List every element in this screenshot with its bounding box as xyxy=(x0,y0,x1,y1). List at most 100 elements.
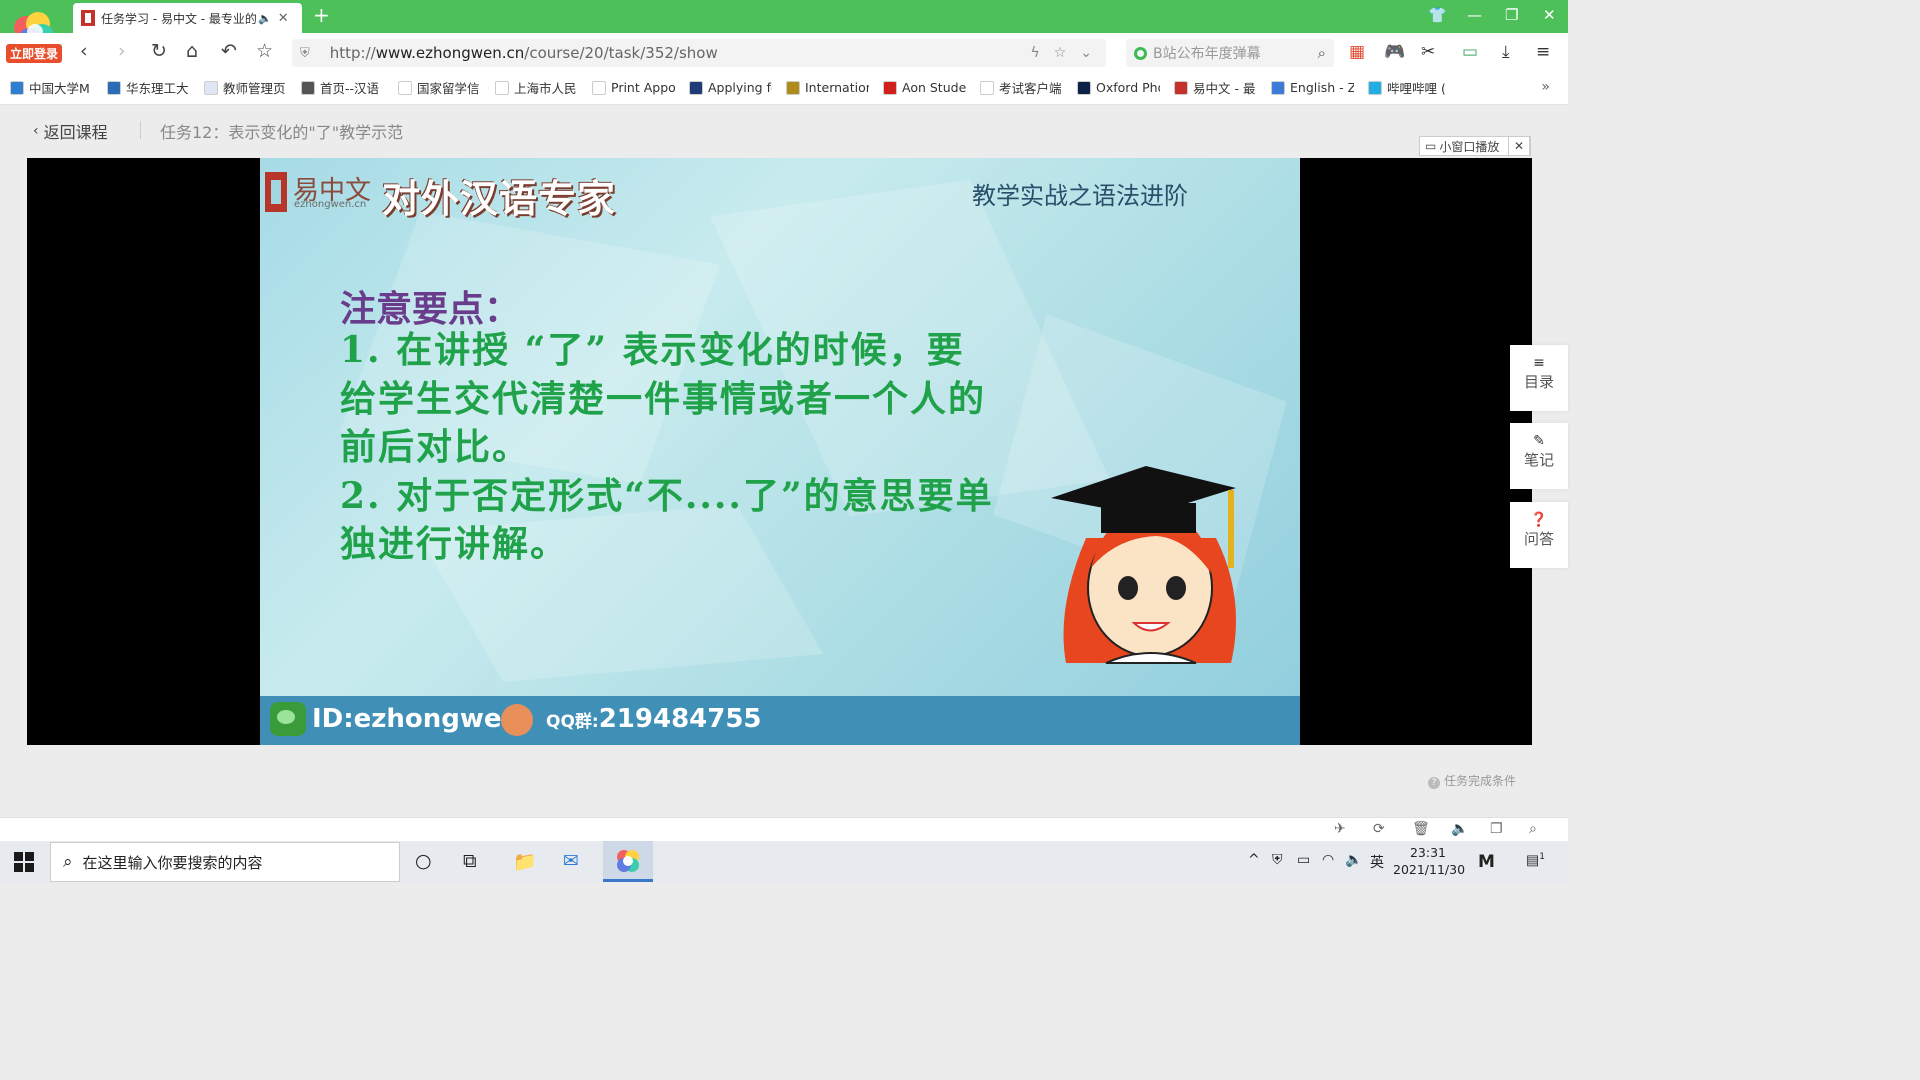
bookmark-item[interactable]: 中国大学M xyxy=(10,78,93,97)
volume-tray-icon[interactable]: 🔈 xyxy=(1345,852,1362,868)
bookmark-item[interactable]: Applying fo xyxy=(689,80,772,95)
reload-icon[interactable]: ↻ xyxy=(151,40,167,62)
close-mini-player-icon[interactable]: ✕ xyxy=(1508,136,1530,156)
volume-icon[interactable]: 🔈 xyxy=(1451,821,1468,837)
mail-icon[interactable]: ✉ xyxy=(563,850,579,872)
bookmark-label: Internation xyxy=(805,80,869,95)
browser-title-bar: 立即登录 任务学习 - 易中文 - 最专业的 🔈 ✕ + 👕 — ❐ ✕ xyxy=(0,0,1568,63)
refresh-icon[interactable]: ⟳ xyxy=(1373,821,1385,837)
bookmark-label: 首页--汉语 xyxy=(320,81,380,96)
speaker-icon[interactable]: 🔈 xyxy=(258,12,272,25)
bookmark-favicon-icon xyxy=(980,80,994,95)
close-tab-icon[interactable]: ✕ xyxy=(278,11,289,26)
back-arrow-icon[interactable]: ‹ xyxy=(80,40,88,62)
mini-player-button[interactable]: ▭ 小窗口播放 ✕ xyxy=(1419,136,1531,156)
apps-grid-icon[interactable]: ▦ xyxy=(1349,42,1365,62)
forward-arrow-icon[interactable]: › xyxy=(118,40,126,62)
bookmark-label: Print Appo xyxy=(611,80,675,95)
lightning-icon[interactable]: ϟ xyxy=(1030,45,1039,61)
bookmark-favicon-icon xyxy=(398,80,412,95)
chevron-up-icon[interactable]: ^ xyxy=(1248,852,1260,868)
rocket-icon[interactable]: ✈ xyxy=(1334,821,1346,837)
qa-button[interactable]: ❓ 问答 xyxy=(1510,502,1568,568)
window-icon[interactable]: ❐ xyxy=(1490,821,1503,837)
video-player[interactable]: 易中文 ezhongwen.cn 对外汉语专家 教学实战之语法进阶 注意要点： … xyxy=(27,158,1532,745)
navigation-bar: ‹ › ↻ ⌂ ↶ ☆ ⛨ http://www.ezhongwen.cn/co… xyxy=(0,33,1568,71)
battery-tray-icon[interactable]: ▭ xyxy=(1297,852,1310,868)
bookmark-item[interactable]: 哔哩哔哩 ( xyxy=(1368,78,1451,97)
download-icon[interactable]: ⤓ xyxy=(1502,42,1510,62)
menu-icon[interactable]: ≡ xyxy=(1536,42,1550,62)
bookmark-item[interactable]: English - Z xyxy=(1271,80,1354,95)
security-shield-icon[interactable]: ⛨ xyxy=(300,46,310,61)
bookmark-item[interactable]: Internation xyxy=(786,80,869,95)
game-icon[interactable]: 🎮 xyxy=(1384,42,1405,62)
notes-button[interactable]: ✎ 笔记 xyxy=(1510,423,1568,489)
favorite-star-icon[interactable]: ☆ xyxy=(256,40,273,62)
bookmark-label: English - Z xyxy=(1290,80,1354,95)
login-badge[interactable]: 立即登录 xyxy=(6,44,63,63)
bookmark-favicon-icon xyxy=(689,80,703,95)
file-explorer-icon[interactable]: 📁 xyxy=(513,850,537,873)
bookmark-label: Oxford Pho xyxy=(1096,80,1160,95)
taskbar-search-box[interactable]: ⌕ 在这里输入你要搜索的内容 xyxy=(50,842,400,882)
clock[interactable]: 23:31 2021/11/30 xyxy=(1393,844,1465,878)
slide-footer: ID:ezhongwen QQ群:219484755 xyxy=(260,696,1300,745)
bookmark-item[interactable]: Oxford Pho xyxy=(1077,80,1160,95)
bookmark-favicon-icon xyxy=(10,80,24,95)
catalog-button[interactable]: ≡ 目录 xyxy=(1510,345,1568,411)
bookmark-favicon-icon xyxy=(1077,80,1091,95)
zoom-icon[interactable]: ⌕ xyxy=(1529,821,1537,837)
tv-icon: ▭ xyxy=(1425,139,1437,153)
bookmark-item[interactable]: 国家留学信 xyxy=(398,78,481,97)
taskbar-search-placeholder[interactable]: 在这里输入你要搜索的内容 xyxy=(83,852,263,873)
home-icon[interactable]: ⌂ xyxy=(186,40,198,62)
search-box[interactable]: B站公布年度弹幕 ⌕ xyxy=(1126,39,1334,67)
bookmark-favicon-icon xyxy=(1174,80,1188,95)
bookmark-item[interactable]: 易中文 - 最 xyxy=(1174,78,1257,97)
skin-icon[interactable]: 👕 xyxy=(1428,6,1447,24)
scissors-icon[interactable]: ✂ xyxy=(1421,42,1435,62)
task-view-icon[interactable]: ⧉ xyxy=(463,850,477,872)
bookmark-item[interactable]: 首页--汉语 xyxy=(301,78,384,97)
undo-close-icon[interactable]: ↶ xyxy=(221,40,237,62)
windows-start-icon[interactable] xyxy=(14,852,34,872)
search-placeholder[interactable]: B站公布年度弹幕 xyxy=(1153,43,1318,63)
battery-icon[interactable]: ▭ xyxy=(1462,42,1478,62)
cortana-icon[interactable]: ○ xyxy=(415,850,432,872)
url-text[interactable]: http://www.ezhongwen.cn/course/20/task/3… xyxy=(330,44,1031,62)
wifi-icon[interactable]: ◠ xyxy=(1322,852,1334,868)
bookmark-item[interactable]: 上海市人民 xyxy=(495,78,578,97)
bookmark-label: 华东理工大 xyxy=(126,81,189,96)
ime-indicator[interactable]: 英 xyxy=(1370,852,1384,872)
close-window-button[interactable]: ✕ xyxy=(1543,6,1556,24)
bookmark-star-icon[interactable]: ☆ xyxy=(1054,45,1067,61)
search-icon[interactable]: ⌕ xyxy=(1318,44,1326,62)
bookmark-label: 易中文 - 最 xyxy=(1193,81,1256,96)
chevron-down-icon[interactable]: ⌄ xyxy=(1080,45,1092,61)
bookmark-item[interactable]: Print Appo xyxy=(592,80,675,95)
task-complete-conditions[interactable]: ? 任务完成条件 xyxy=(1428,772,1516,789)
address-bar[interactable]: ⛨ http://www.ezhongwen.cn/course/20/task… xyxy=(292,39,1106,67)
bookmark-item[interactable]: 华东理工大 xyxy=(107,78,190,97)
question-icon: ? xyxy=(1428,777,1440,789)
windows-taskbar: ⌕ 在这里输入你要搜索的内容 ○ ⧉ 📁 ✉ ^ ⛨ ▭ ◠ 🔈 英 23:31… xyxy=(0,841,1568,882)
browser-tab-active[interactable]: 任务学习 - 易中文 - 最专业的 🔈 ✕ xyxy=(73,3,302,33)
security-tray-icon[interactable]: ⛨ xyxy=(1272,852,1283,868)
trash-icon[interactable]: 🗑 xyxy=(1412,821,1430,837)
bookmark-item[interactable]: 教师管理页 xyxy=(204,78,287,97)
new-tab-button[interactable]: + xyxy=(313,3,330,27)
notification-icon[interactable]: ▤1 xyxy=(1526,852,1545,869)
minimize-button[interactable]: — xyxy=(1467,6,1482,24)
bookmarks-more-icon[interactable]: » xyxy=(1541,79,1550,95)
bookmark-label: 上海市人民 xyxy=(514,81,577,96)
back-to-course-link[interactable]: ‹ 返回课程 xyxy=(33,119,108,143)
slide-line: 2. 对于否定形式“不....了”的意思要单 xyxy=(340,474,994,517)
brand-slogan: 对外汉语专家 xyxy=(382,177,617,221)
app-tray-icon[interactable]: M xyxy=(1478,852,1495,872)
browser-taskbar-button[interactable] xyxy=(603,841,653,882)
bookmark-item[interactable]: 考试客户端 xyxy=(980,78,1063,97)
restore-button[interactable]: ❐ xyxy=(1505,6,1518,24)
bookmark-item[interactable]: Aon Studen xyxy=(883,80,966,95)
browser-taskbar-icon xyxy=(617,850,639,872)
